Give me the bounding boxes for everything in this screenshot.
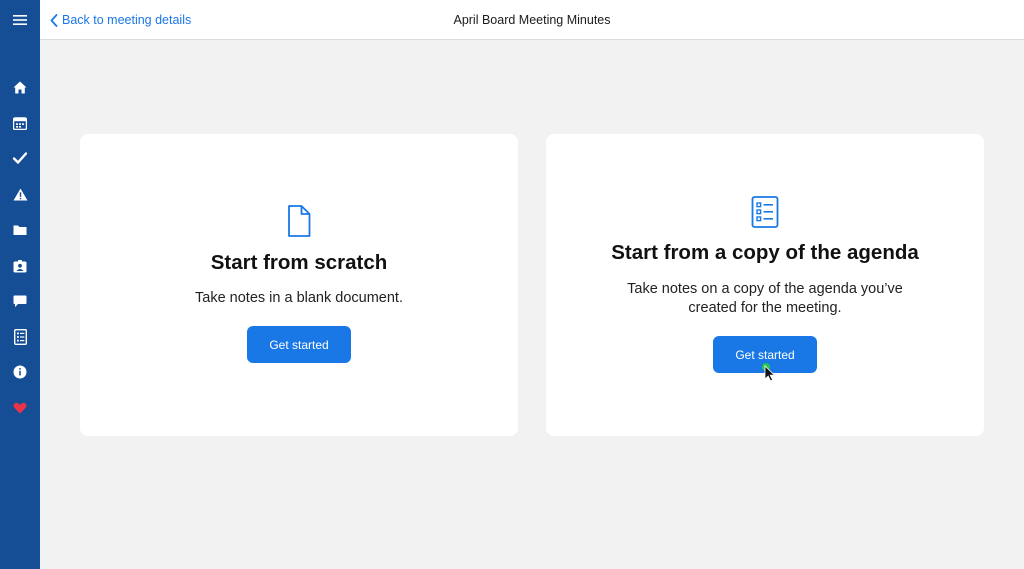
- sidebar-item-tasks[interactable]: [0, 146, 40, 170]
- back-to-meeting-details-link[interactable]: Back to meeting details: [50, 0, 191, 40]
- card-title: Start from scratch: [210, 251, 388, 274]
- checklist-icon: [13, 329, 27, 345]
- sidebar-item-home[interactable]: [0, 75, 40, 99]
- sidebar-item-info[interactable]: [0, 360, 40, 384]
- get-started-agenda-button[interactable]: Get started: [713, 336, 817, 373]
- sidebar-item-files[interactable]: [0, 218, 40, 242]
- start-from-agenda-copy-card: Start from a copy of the agenda Take not…: [546, 134, 984, 436]
- warning-icon: [13, 188, 27, 200]
- checkmark-icon: [13, 152, 27, 164]
- get-started-scratch-button[interactable]: Get started: [247, 326, 351, 363]
- card-icon-wrapper: [546, 196, 984, 228]
- sidebar-item-agenda[interactable]: [0, 325, 40, 349]
- sidebar-item-messages[interactable]: [0, 289, 40, 313]
- contact-card-icon: [13, 259, 27, 272]
- calendar-icon: [13, 116, 27, 130]
- menu-icon: [13, 15, 27, 25]
- blank-document-icon: [288, 205, 311, 237]
- info-icon: [13, 365, 27, 379]
- card-title: Start from a copy of the agenda: [611, 241, 919, 264]
- back-link-label: Back to meeting details: [62, 13, 192, 27]
- card-icon-wrapper: [80, 205, 518, 237]
- start-from-scratch-card: Start from scratch Take notes in a blank…: [80, 134, 518, 436]
- agenda-list-icon: [751, 196, 779, 228]
- sidebar-item-contacts[interactable]: [0, 254, 40, 278]
- sidebar-item-favorites[interactable]: [0, 396, 40, 420]
- top-header: Back to meeting details April Board Meet…: [40, 0, 1024, 40]
- sidebar-nav: [0, 0, 40, 569]
- chat-bubble-icon: [13, 295, 27, 307]
- sidebar-item-calendar[interactable]: [0, 111, 40, 135]
- folder-icon: [13, 225, 27, 235]
- sidebar-item-alerts[interactable]: [0, 182, 40, 206]
- heart-icon: [13, 402, 27, 414]
- chevron-left-icon: [50, 13, 58, 27]
- card-description: Take notes in a blank document.: [195, 290, 403, 306]
- menu-button[interactable]: [0, 8, 40, 32]
- card-description: Take notes on a copy of the agenda you’v…: [627, 281, 903, 316]
- home-icon: [13, 81, 27, 93]
